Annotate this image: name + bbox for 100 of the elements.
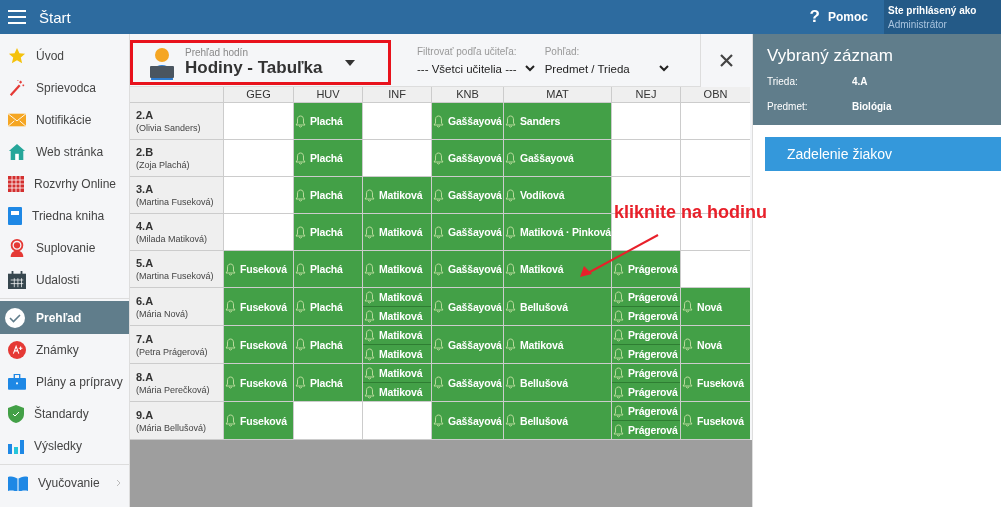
bell-icon: [613, 404, 624, 418]
column-header: INF: [363, 87, 431, 102]
lesson-cell[interactable]: Plachá: [294, 364, 362, 401]
lesson-cell[interactable]: Prágerová: [612, 326, 680, 344]
lesson-cell[interactable]: Prágerová: [612, 344, 680, 363]
sidebar-item[interactable]: Známky: [0, 334, 129, 366]
help-button[interactable]: ? Pomoc: [809, 7, 868, 27]
lesson-cell[interactable]: Matiková · Pinková: [504, 214, 611, 250]
close-icon: [720, 53, 733, 67]
lesson-cell[interactable]: Gaššayová: [432, 402, 503, 439]
lesson-cell[interactable]: Prágerová: [612, 306, 680, 325]
bell-icon: [613, 262, 624, 276]
lesson-cell[interactable]: Prágerová: [612, 420, 680, 439]
close-button[interactable]: [700, 33, 752, 87]
lesson-cell[interactable]: Matiková: [363, 288, 431, 306]
lesson-cell[interactable]: Fuseková: [224, 402, 293, 439]
bell-icon: [364, 347, 375, 361]
lesson-cell[interactable]: Prágerová: [612, 364, 680, 382]
lesson-cell[interactable]: Fuseková: [224, 288, 293, 325]
sidebar-item[interactable]: Plány a prípravy: [0, 366, 129, 398]
user-box[interactable]: Ste prihlásený ako Administrátor: [884, 0, 1001, 34]
lesson-cell[interactable]: Bellušová: [504, 288, 611, 325]
class-teacher: (Zoja Plachá): [136, 160, 191, 170]
lesson-cell[interactable]: Gaššayová: [432, 177, 503, 213]
caret-icon: [344, 59, 355, 66]
help-icon: ?: [809, 7, 820, 27]
lesson-cell[interactable]: Matiková: [504, 326, 611, 363]
lesson-cell[interactable]: Matiková: [363, 214, 431, 250]
lesson-cell[interactable]: Plachá: [294, 103, 362, 139]
lesson-cell[interactable]: Sanders: [504, 103, 611, 139]
bell-icon: [433, 262, 444, 276]
shield-icon: [8, 405, 24, 423]
lesson-cell[interactable]: Gaššayová: [432, 288, 503, 325]
lesson-cell[interactable]: Matiková: [363, 251, 431, 287]
lesson-cell[interactable]: Matiková: [363, 364, 431, 382]
lesson-cell[interactable]: Gaššayová: [432, 214, 503, 250]
lesson-cell[interactable]: Vodíková: [504, 177, 611, 213]
lesson-cell[interactable]: Gaššayová: [432, 103, 503, 139]
lesson-cell[interactable]: Fuseková: [224, 251, 293, 287]
lesson-cell[interactable]: Gaššayová: [432, 364, 503, 401]
sidebar-item[interactable]: Prehľad: [0, 301, 129, 334]
bell-icon: [364, 328, 375, 342]
lesson-cell[interactable]: Matiková: [363, 326, 431, 344]
bell-icon: [225, 376, 236, 389]
class-teacher: (Martina Fuseková): [136, 197, 215, 207]
lesson-cell[interactable]: Gaššayová: [432, 326, 503, 363]
assign-students-button[interactable]: Zadelenie žiakov: [765, 137, 1001, 171]
bell-icon: [505, 188, 516, 202]
sidebar-item[interactable]: Sprievodca: [0, 72, 129, 104]
sidebar-item[interactable]: Udalosti: [0, 264, 129, 296]
lesson-cell[interactable]: Fuseková: [681, 364, 750, 401]
lesson-cell[interactable]: Gaššayová: [432, 140, 503, 176]
sidebar-item[interactable]: Notifikácie: [0, 104, 129, 136]
column-header: HUV: [294, 87, 362, 102]
lesson-cell[interactable]: Fuseková: [224, 326, 293, 363]
chevron-icon: [658, 65, 669, 72]
sidebar-item[interactable]: Rozvrhy Online: [0, 168, 129, 200]
lesson-cell[interactable]: Plachá: [294, 251, 362, 287]
sidebar-item[interactable]: Triedna kniha: [0, 200, 129, 232]
lesson-cell[interactable]: Plachá: [294, 140, 362, 176]
lesson-cell[interactable]: Fuseková: [224, 364, 293, 401]
star-icon: [8, 47, 26, 65]
check-icon: [4, 306, 26, 329]
sidebar-item[interactable]: Web stránka: [0, 136, 129, 168]
sidebar-item[interactable]: Vyučovanie: [0, 467, 129, 499]
lesson-cell[interactable]: Prágerová: [612, 288, 680, 306]
lesson-cell[interactable]: Prágerová: [612, 382, 680, 401]
lesson-cell[interactable]: Nová: [681, 326, 750, 363]
lesson-cell[interactable]: Bellušová: [504, 364, 611, 401]
bell-icon: [682, 414, 693, 427]
lesson-cell[interactable]: Fuseková: [681, 402, 750, 439]
lesson-cell[interactable]: Matiková: [363, 177, 431, 213]
sidebar-item[interactable]: Štandardy: [0, 398, 129, 430]
lesson-cell[interactable]: Matiková: [363, 344, 431, 363]
lesson-cell[interactable]: Gaššayová: [432, 251, 503, 287]
lesson-cell[interactable]: Plachá: [294, 177, 362, 213]
class-name: 9.A: [136, 408, 155, 421]
view-selector[interactable]: Prehľad hodín Hodiny - Tabuľka: [130, 40, 391, 85]
lesson-cell[interactable]: Matiková: [363, 306, 431, 325]
lesson-cell[interactable]: Prágerová: [612, 402, 680, 420]
class-teacher: (Mária Bellušová): [136, 422, 208, 433]
lesson-cell[interactable]: Bellušová: [504, 402, 611, 439]
bell-icon: [433, 414, 444, 427]
lesson-cell[interactable]: Gaššayová: [504, 140, 611, 176]
lesson-cell[interactable]: Nová: [681, 288, 750, 325]
lesson-cell[interactable]: Prágerová: [612, 251, 680, 287]
lesson-cell[interactable]: Plachá: [294, 288, 362, 325]
lesson-cell[interactable]: Matiková: [504, 251, 611, 287]
bell-icon: [433, 114, 444, 128]
bar-chart-icon: [8, 438, 24, 454]
sidebar-item[interactable]: Výsledky: [0, 430, 129, 462]
teacher-select[interactable]: --- Všetci učitelia ---: [417, 62, 535, 75]
lesson-cell[interactable]: Matiková: [363, 382, 431, 401]
annotation-text: kliknite na hodinu: [614, 202, 767, 223]
sidebar-item[interactable]: Úvod: [0, 40, 129, 72]
lesson-cell[interactable]: Plachá: [294, 214, 362, 250]
view-mode-select[interactable]: Predmet / Trieda: [544, 62, 669, 75]
sidebar-item[interactable]: Suplovanie: [0, 232, 129, 264]
menu-icon[interactable]: [8, 10, 26, 24]
lesson-cell[interactable]: Plachá: [294, 326, 362, 363]
